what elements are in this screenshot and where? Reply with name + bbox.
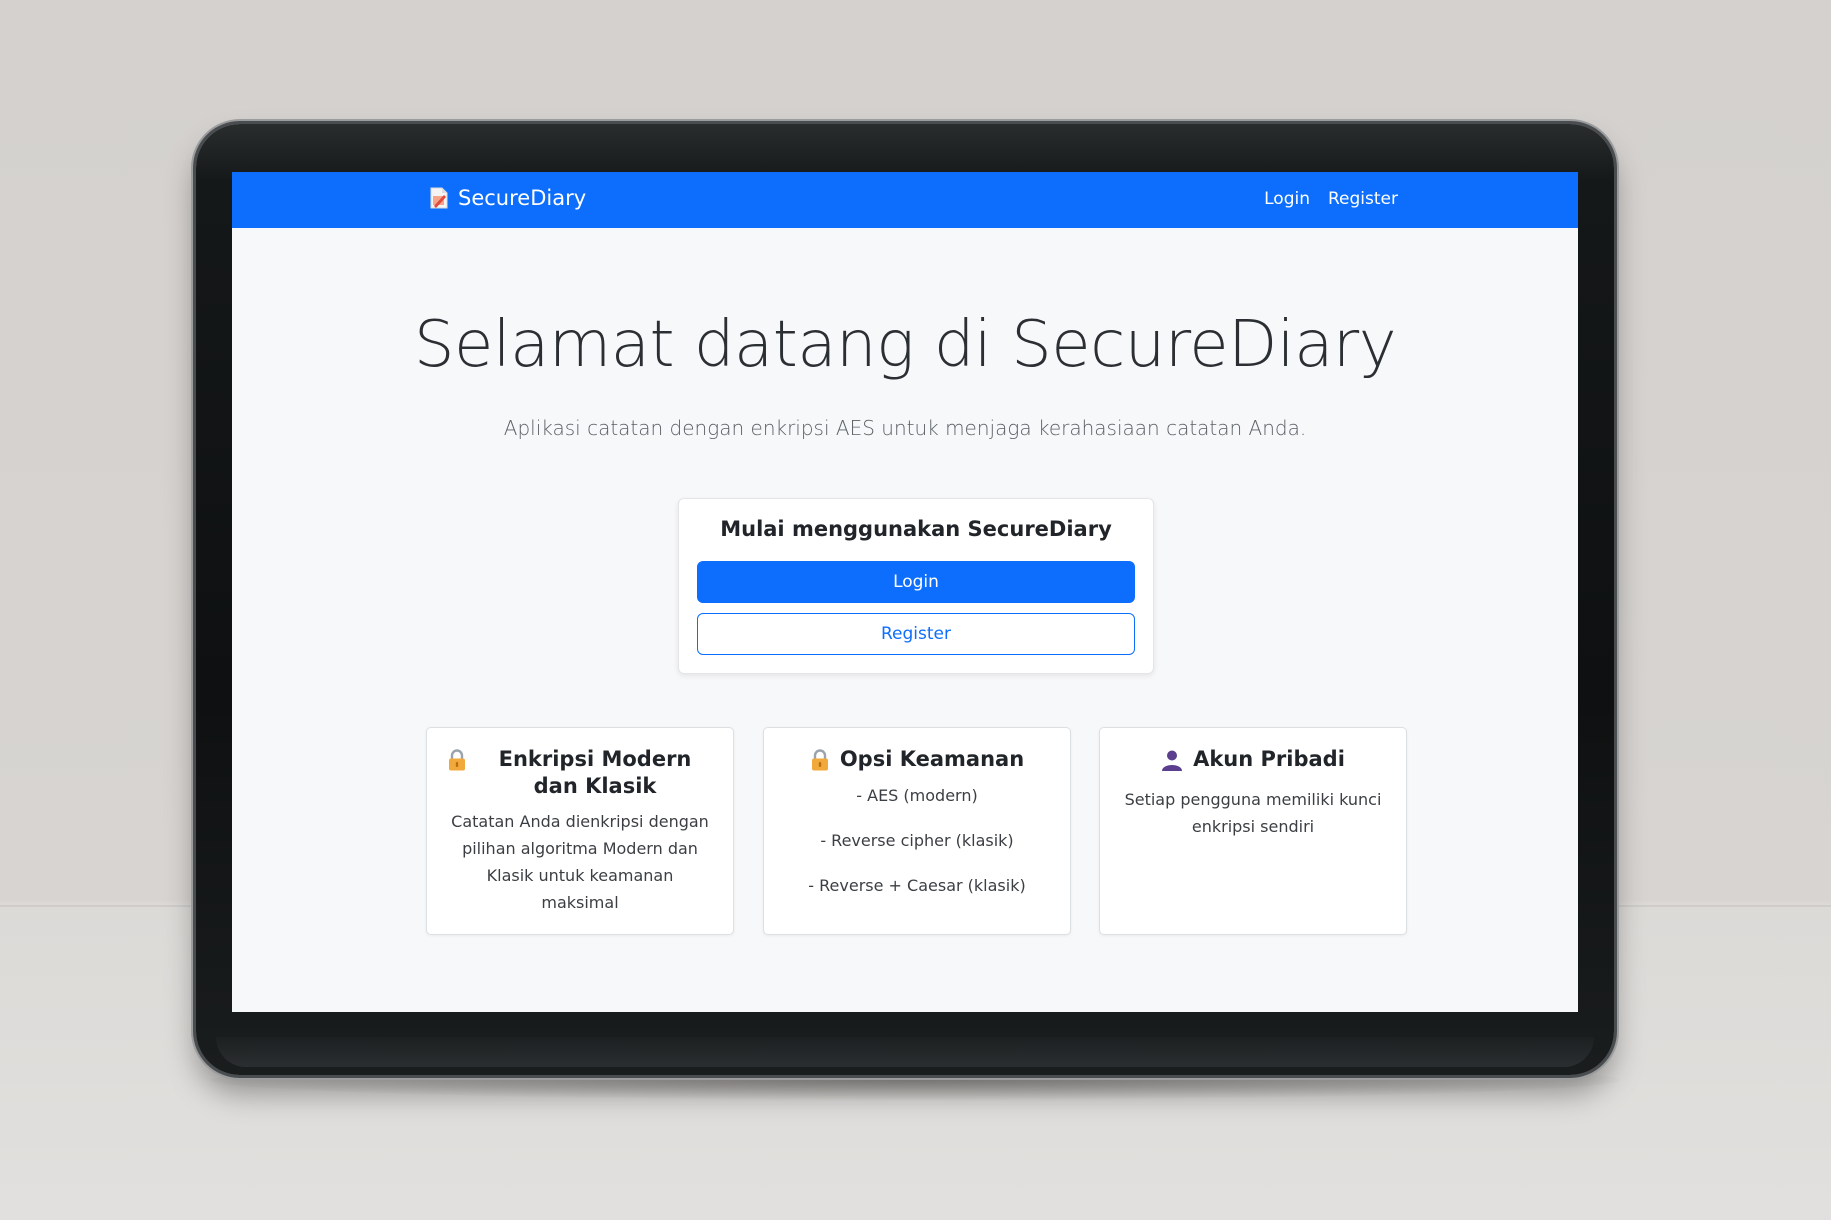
feature-description: Catatan Anda dienkripsi dengan pilihan a… [451,812,709,912]
nav-links: Login Register [1264,189,1398,209]
get-started-title: Mulai menggunakan SecureDiary [720,517,1112,541]
feature-card-security-options: Opsi Keamanan - AES (modern) - Reverse c… [763,727,1071,935]
feature-card-encryption: Enkripsi Modern dan Klasik Catatan Anda … [426,727,734,935]
page-subtitle: Aplikasi catatan dengan enkripsi AES unt… [503,416,1307,440]
get-started-card: Mulai menggunakan SecureDiary Login Regi… [678,498,1154,674]
nav-login-link[interactable]: Login [1264,189,1310,209]
list-item: - AES (modern) [856,786,978,805]
page-title: Selamat datang di SecureDiary [413,308,1397,382]
lock-icon [447,749,467,778]
feature-title: Opsi Keamanan [784,746,1050,778]
screen: SecureDiary Login Register Selamat datan… [232,172,1578,1012]
navbar: SecureDiary Login Register [232,172,1578,228]
feature-card-private-account: Akun Pribadi Setiap pengguna memiliki ku… [1099,727,1407,935]
tablet-frame: SecureDiary Login Register Selamat datan… [196,124,1614,1075]
brand-link[interactable]: SecureDiary [430,186,586,210]
security-options-list: - AES (modern) - Reverse cipher (klasik)… [784,786,1050,921]
feature-title: Enkripsi Modern dan Klasik [447,746,713,800]
feature-description: Setiap pengguna memiliki kunci enkripsi … [1124,790,1382,836]
feature-title-text: Opsi Keamanan [839,747,1025,771]
register-button[interactable]: Register [697,613,1135,655]
feature-title: Akun Pribadi [1120,746,1386,778]
feature-title-text: Enkripsi Modern dan Klasik [498,747,692,798]
list-item: - Reverse + Caesar (klasik) [808,876,1026,895]
brand-name: SecureDiary [458,186,587,210]
login-button[interactable]: Login [697,561,1135,603]
feature-title-text: Akun Pribadi [1193,747,1345,771]
memo-icon [430,187,448,209]
user-icon [1161,749,1183,778]
lock-icon [810,749,830,778]
tablet-bezel-bottom [216,1037,1594,1067]
list-item: - Reverse cipher (klasik) [820,831,1014,850]
nav-register-link[interactable]: Register [1328,189,1398,209]
